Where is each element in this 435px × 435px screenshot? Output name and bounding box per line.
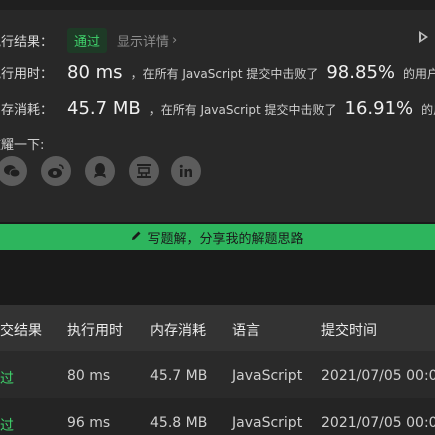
row-memory: 45.8 MB <box>150 415 208 431</box>
status-badge: 通过 <box>67 28 108 53</box>
header-result[interactable]: 提交结果 <box>0 320 42 340</box>
write-solution-label: 写题解，分享我的解题思路 <box>147 231 304 247</box>
row-language: JavaScript <box>232 368 303 384</box>
runtime-suffix: 的用户 <box>403 67 435 81</box>
row-result-link[interactable]: 通过 <box>0 415 14 435</box>
row-language: JavaScript <box>232 415 303 431</box>
runtime-value: 80 ms <box>67 62 123 83</box>
top-spacer <box>0 0 435 10</box>
memory-label: 内存消耗： <box>0 103 54 118</box>
play-icon[interactable] <box>419 31 428 43</box>
row-time: 2021/07/05 00:04 <box>321 368 435 384</box>
table-row[interactable]: 通过 80 ms 45.7 MB JavaScript 2021/07/05 0… <box>0 351 435 398</box>
submission-result-page: 执行结果： 通过 显示详情 › 执行用时： 80 ms ，在所有 JavaScr… <box>0 0 435 435</box>
weibo-icon[interactable] <box>41 156 71 186</box>
row-memory: 45.7 MB <box>150 368 208 384</box>
header-time[interactable]: 提交时间 <box>321 320 377 340</box>
pencil-icon <box>131 230 142 245</box>
row-time: 2021/07/05 00:04 <box>321 415 435 431</box>
memory-value: 45.7 MB <box>67 98 141 119</box>
header-language[interactable]: 语言 <box>232 320 260 340</box>
share-label: 炫耀一下: <box>0 138 45 153</box>
write-solution-button[interactable]: 写题解，分享我的解题思路 <box>0 224 435 250</box>
runtime-row: 执行用时： 80 ms ，在所有 JavaScript 提交中击败了 98.85… <box>0 62 435 83</box>
header-memory[interactable]: 内存消耗 <box>150 320 206 340</box>
chevron-right-icon: › <box>172 33 178 48</box>
show-details-link[interactable]: 显示详情 › <box>117 31 177 50</box>
memory-suffix: 的用户 <box>421 103 435 117</box>
memory-row: 内存消耗： 45.7 MB ，在所有 JavaScript 提交中击败了 16.… <box>0 98 435 119</box>
runtime-percentile: 98.85% <box>326 62 395 83</box>
row-runtime: 96 ms <box>67 415 111 431</box>
row-runtime: 80 ms <box>67 368 111 384</box>
status-label: 执行结果： <box>0 35 54 50</box>
runtime-text: ，在所有 JavaScript 提交中击败了 <box>130 67 319 81</box>
header-runtime[interactable]: 执行用时 <box>67 320 123 340</box>
spacer <box>0 250 435 305</box>
douban-icon[interactable] <box>129 156 159 186</box>
row-result-link[interactable]: 通过 <box>0 368 14 388</box>
linkedin-icon[interactable] <box>171 156 201 186</box>
qq-icon[interactable] <box>85 156 115 186</box>
table-row[interactable]: 通过 96 ms 45.8 MB JavaScript 2021/07/05 0… <box>0 398 435 435</box>
memory-text: ，在所有 JavaScript 提交中击败了 <box>148 103 337 117</box>
status-row: 执行结果： 通过 显示详情 › <box>0 28 177 53</box>
memory-percentile: 16.91% <box>344 98 414 119</box>
runtime-label: 执行用时： <box>0 67 54 82</box>
show-details-label: 显示详情 <box>117 35 170 50</box>
submissions-table-header: 提交结果 执行用时 内存消耗 语言 提交时间 <box>0 305 435 351</box>
